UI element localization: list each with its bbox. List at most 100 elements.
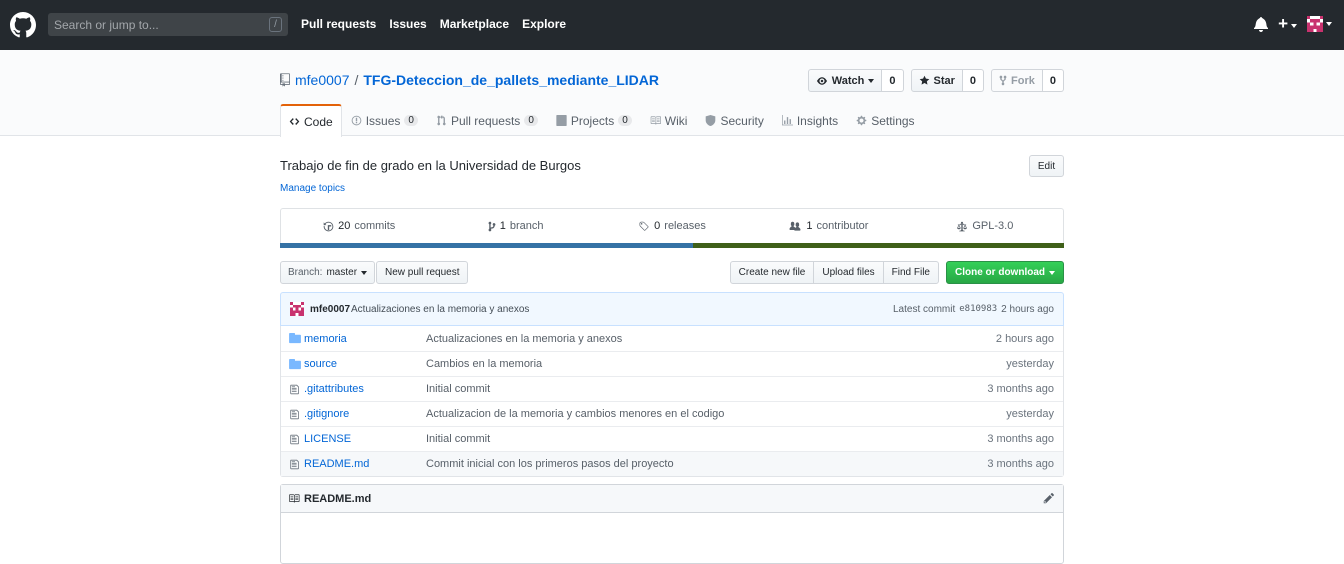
branch-select[interactable]: Branch: master xyxy=(280,261,376,284)
latest-commit-label: Latest commit xyxy=(892,304,956,315)
file-name-link[interactable]: memoria xyxy=(304,333,347,345)
repo-description: Trabajo de fin de grado en la Universida… xyxy=(280,158,581,173)
pr-icon xyxy=(437,115,446,126)
projects-counter: 0 xyxy=(618,115,632,126)
star-count[interactable]: 0 xyxy=(962,69,985,92)
fork-button[interactable]: Fork xyxy=(991,69,1043,92)
global-header: Search or jump to... / Pull requests Iss… xyxy=(0,0,1344,50)
find-file-button[interactable]: Find File xyxy=(882,261,939,284)
file-commit-message[interactable]: Actualizacion de la memoria y cambios me… xyxy=(426,408,724,420)
watch-button[interactable]: Watch xyxy=(807,69,883,92)
upload-files-button[interactable]: Upload files xyxy=(813,261,884,284)
star-button[interactable]: Star xyxy=(910,69,963,92)
search-placeholder: Search or jump to... xyxy=(54,18,159,32)
commit-message-link[interactable]: Actualizaciones en la memoria y anexos xyxy=(351,304,529,315)
language-segment-python[interactable] xyxy=(280,243,694,248)
tab-projects[interactable]: Projects 0 xyxy=(547,104,641,136)
tab-code[interactable]: Code xyxy=(280,104,342,137)
nav-pull-requests[interactable]: Pull requests xyxy=(301,17,376,31)
fork-label: Fork xyxy=(1011,74,1035,87)
fork-icon xyxy=(999,75,1007,86)
new-pull-request-button[interactable]: New pull request xyxy=(376,261,469,284)
chevron-down-icon xyxy=(1326,22,1332,26)
readme-box: README.md xyxy=(280,484,1064,564)
path-separator: / xyxy=(354,72,359,88)
list-item: .gitattributes Initial commit 3 months a… xyxy=(281,376,1063,401)
nav-marketplace[interactable]: Marketplace xyxy=(440,17,509,31)
releases-link[interactable]: 0 releases xyxy=(594,220,750,232)
commit-sha-link[interactable]: e810983 xyxy=(959,304,997,315)
github-logo-icon[interactable] xyxy=(10,12,36,38)
nav-issues[interactable]: Issues xyxy=(389,17,426,31)
create-new-menu[interactable]: + xyxy=(1278,15,1297,32)
tab-label: Projects xyxy=(570,113,615,128)
file-commit-message[interactable]: Cambios en la memoria xyxy=(426,358,542,370)
file-list: memoria Actualizaciones en la memoria y … xyxy=(280,326,1064,477)
clone-or-download-button[interactable]: Clone or download xyxy=(946,261,1064,284)
file-age: 3 months ago xyxy=(987,433,1054,445)
branch-select-value: master xyxy=(326,267,358,278)
license-name: GPL-3.0 xyxy=(972,220,1014,232)
book-icon xyxy=(289,494,300,503)
chevron-down-icon xyxy=(361,270,368,275)
repo-name-link[interactable]: TFG-Deteccion_de_pallets_mediante_LIDAR xyxy=(363,72,659,88)
tab-wiki[interactable]: Wiki xyxy=(641,104,697,136)
create-new-file-button[interactable]: Create new file xyxy=(729,261,815,284)
watch-count[interactable]: 0 xyxy=(882,69,904,92)
file-age: yesterday xyxy=(1006,358,1054,370)
repo-owner-link[interactable]: mfe0007 xyxy=(295,72,349,88)
pencil-icon[interactable] xyxy=(1043,492,1055,504)
file-icon xyxy=(290,459,299,470)
tab-pull-requests[interactable]: Pull requests 0 xyxy=(427,104,547,136)
tab-label: Code xyxy=(304,114,333,129)
nav-explore[interactable]: Explore xyxy=(522,17,566,31)
file-commit-message[interactable]: Commit inicial con los primeros pasos de… xyxy=(426,458,674,470)
fork-count[interactable]: 0 xyxy=(1042,69,1064,92)
branch-count: 1 xyxy=(499,220,506,232)
tab-label: Wiki xyxy=(664,113,688,128)
file-age: 2 hours ago xyxy=(995,332,1054,345)
avatar[interactable] xyxy=(290,302,304,316)
search-input[interactable]: Search or jump to... / xyxy=(48,13,288,36)
commit-author-link[interactable]: mfe0007 xyxy=(310,304,350,315)
chevron-down-icon xyxy=(868,78,875,83)
list-item: source Cambios en la memoria yesterday xyxy=(281,351,1063,376)
file-name-link[interactable]: .gitattributes xyxy=(304,383,364,395)
global-nav: Pull requests Issues Marketplace Explore xyxy=(301,17,566,31)
user-menu[interactable] xyxy=(1307,16,1332,32)
file-name-link[interactable]: README.md xyxy=(304,458,369,470)
language-segment-tex[interactable] xyxy=(693,243,1064,248)
license-link[interactable]: GPL-3.0 xyxy=(907,220,1063,232)
file-commit-message[interactable]: Initial commit xyxy=(426,383,490,395)
tag-icon xyxy=(639,221,649,231)
readme-header: README.md xyxy=(281,485,1063,513)
people-icon xyxy=(789,221,801,231)
repo-icon xyxy=(280,73,290,87)
tab-insights[interactable]: Insights xyxy=(773,104,847,136)
fork-action: Fork 0 xyxy=(991,69,1064,92)
commits-link[interactable]: 20 commits xyxy=(281,220,437,232)
file-actions: Create new file Upload files Find File C… xyxy=(729,261,1064,284)
contributor-label: contributor xyxy=(816,220,869,232)
contributors-link[interactable]: 1 contributor xyxy=(750,220,906,232)
contributor-count: 1 xyxy=(806,220,813,232)
file-name-link[interactable]: .gitignore xyxy=(304,408,349,420)
commits-label: commits xyxy=(354,220,396,232)
tab-settings[interactable]: Settings xyxy=(847,104,923,136)
star-icon xyxy=(919,75,929,85)
graph-icon xyxy=(781,115,793,126)
file-name-link[interactable]: source xyxy=(304,358,337,370)
file-name-link[interactable]: LICENSE xyxy=(304,433,351,445)
language-bar[interactable] xyxy=(280,243,1064,248)
bell-icon[interactable] xyxy=(1254,16,1269,32)
manage-topics-link[interactable]: Manage topics xyxy=(280,183,345,194)
edit-button[interactable]: Edit xyxy=(1029,155,1064,177)
tab-label: Settings xyxy=(871,113,915,128)
repo-title: mfe0007 / TFG-Deteccion_de_pallets_media… xyxy=(280,72,659,88)
branches-link[interactable]: 1 branch xyxy=(437,220,593,232)
tab-issues[interactable]: Issues 0 xyxy=(342,104,427,136)
tab-security[interactable]: Security xyxy=(696,104,772,136)
file-commit-message[interactable]: Actualizaciones en la memoria y anexos xyxy=(426,333,622,345)
gear-icon xyxy=(856,115,867,126)
file-commit-message[interactable]: Initial commit xyxy=(426,433,490,445)
